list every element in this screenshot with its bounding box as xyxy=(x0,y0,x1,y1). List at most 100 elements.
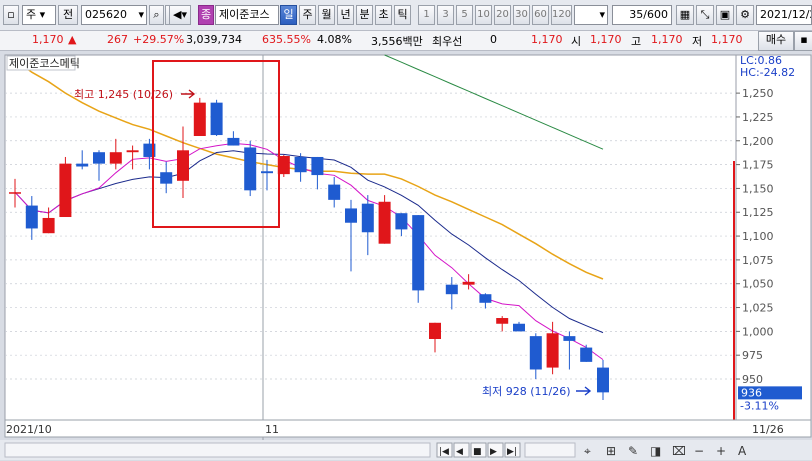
hc-label: HC:-24.82 xyxy=(740,66,795,79)
period-button-3[interactable]: 년 xyxy=(337,5,354,25)
interval-button-120[interactable]: 120 xyxy=(551,5,572,25)
y-tick-label: 1,075 xyxy=(742,254,774,267)
stop-icon: ■ xyxy=(473,447,482,457)
y-tick-label: 1,175 xyxy=(742,159,774,172)
candle-body xyxy=(109,152,122,164)
candle-body xyxy=(597,367,609,393)
open-value: 1,170 xyxy=(590,33,622,46)
interval-button-10[interactable]: 10 xyxy=(475,5,492,25)
candlestick-chart: 1,250 1,225 1,200 1,175 1,150 1,125 1,100 1,075… xyxy=(0,51,812,461)
low-label: 저 xyxy=(692,35,703,48)
period-button-1[interactable]: 주 xyxy=(299,5,316,25)
candle-body xyxy=(513,323,525,332)
period-button-6[interactable]: 틱 xyxy=(394,5,411,25)
candle-body xyxy=(328,184,341,200)
grid-icon: ▦ xyxy=(679,8,691,21)
period-button-4[interactable]: 분 xyxy=(356,5,373,25)
quote-bar: 1,170 ▲ 267 +29.57% 3,039,734 635.55% 4.… xyxy=(0,31,812,51)
chart-tool-button[interactable]: ⤡ xyxy=(696,5,714,25)
grid-icon-button[interactable]: ▦ xyxy=(676,5,694,25)
zoom-out-icon: − xyxy=(694,444,704,458)
sell-button[interactable]: ▪ xyxy=(794,31,812,51)
candle-body xyxy=(76,163,89,167)
stock-badge: 종 xyxy=(198,5,214,25)
prev-icon: ◀ xyxy=(456,447,463,457)
clear-icon: ⌧ xyxy=(672,444,686,458)
change-rate: +29.57% xyxy=(133,33,185,46)
y-tick-label: 975 xyxy=(742,349,763,362)
high-value: 1,170 xyxy=(651,33,683,46)
interval-button-20[interactable]: 20 xyxy=(494,5,511,25)
search-icon: ⌕ xyxy=(153,8,160,21)
interval-button-1[interactable]: 1 xyxy=(418,5,435,25)
crosshair-icon: ⌖ xyxy=(584,444,591,458)
turnover: 4.08% xyxy=(317,33,352,46)
candle-body xyxy=(496,318,509,324)
period-button-0[interactable]: 일 xyxy=(280,5,297,25)
stock-name-field[interactable]: 제이준코스 xyxy=(215,5,279,25)
count-field[interactable]: 35/600 xyxy=(612,5,672,25)
window-button[interactable]: ▣ xyxy=(716,5,734,25)
candle-body xyxy=(126,150,139,153)
y-tick-label: 950 xyxy=(742,373,763,386)
change-value: 267 xyxy=(107,33,128,46)
draw-icon: ✎ xyxy=(628,444,638,458)
stock-code-input[interactable]: 025620 ▾ xyxy=(81,5,147,25)
interval-input[interactable]: ▾ xyxy=(574,5,608,25)
candle-body xyxy=(345,208,357,223)
y-tick-label: 1,150 xyxy=(742,182,774,195)
low-value: 1,170 xyxy=(711,33,743,46)
candle-body xyxy=(42,217,55,234)
candle xyxy=(378,195,391,244)
y-tick-label: 1,000 xyxy=(742,325,774,338)
settings-button[interactable]: ⚙ xyxy=(736,5,754,25)
prev-button[interactable]: 전 xyxy=(58,5,78,25)
window-icon: ▣ xyxy=(719,8,731,21)
candle-body xyxy=(529,336,542,370)
speaker-icon: ◀▾ xyxy=(173,8,187,21)
low-annotation: 최저 928 (11/26) xyxy=(482,385,571,398)
stock-code: 025620 xyxy=(85,8,127,21)
up-arrow-icon: ▲ xyxy=(68,33,77,46)
high-annotation: 최고 1,245 (10/26) xyxy=(74,88,173,101)
x-tick-label: 11 xyxy=(265,423,279,436)
market-code: 주 xyxy=(26,8,37,21)
candle-body xyxy=(160,172,173,184)
interval-button-60[interactable]: 60 xyxy=(532,5,549,25)
window-menu-button[interactable]: ▫ xyxy=(3,5,19,25)
current-price: 1,170 xyxy=(32,33,64,46)
open-label: 시 xyxy=(571,35,582,48)
last-price-label: 936 xyxy=(741,386,762,399)
candle-body xyxy=(294,156,307,173)
volume-rate: 635.55% xyxy=(262,33,311,46)
candle-body xyxy=(311,156,324,176)
gear-icon: ⚙ xyxy=(740,8,750,21)
chart-scrollbar xyxy=(4,442,431,458)
buy-button[interactable]: 매수 xyxy=(758,31,794,51)
last-change-label: -3.11% xyxy=(740,399,779,412)
priority-label: 최우선 xyxy=(432,35,463,48)
compare-icon: ⊞ xyxy=(606,444,616,458)
market-select[interactable]: 주 ▾ xyxy=(22,5,56,25)
search-button[interactable]: ⌕ xyxy=(149,5,164,25)
candle-body xyxy=(445,284,458,295)
speaker-button[interactable]: ◀▾ xyxy=(169,5,191,25)
period-button-2[interactable]: 월 xyxy=(318,5,335,25)
candle-body xyxy=(261,171,273,174)
interval-button-3[interactable]: 3 xyxy=(437,5,454,25)
next-icon: ▶ xyxy=(490,447,497,457)
zoom-in-icon: + xyxy=(716,444,726,458)
candle-body xyxy=(479,294,492,303)
chart-title: 제이준코스메틱 xyxy=(9,57,80,70)
candle-body xyxy=(412,215,425,291)
interval-button-5[interactable]: 5 xyxy=(456,5,473,25)
candle-body xyxy=(462,281,475,285)
chart-toolbar: ▫ 주 ▾ 전 025620 ▾ ⌕ +⇅ ◀▾ 종 제이준코스 ▾ 35/60… xyxy=(0,0,812,31)
period-button-5[interactable]: 초 xyxy=(375,5,392,25)
candle-body xyxy=(244,147,257,191)
x-tick-label: 2021/10 xyxy=(6,423,52,436)
candle-body xyxy=(227,137,240,146)
date-field[interactable]: 2021/12/2 xyxy=(756,5,812,25)
chart-tool-icon: ⤡ xyxy=(700,8,710,21)
interval-button-30[interactable]: 30 xyxy=(513,5,530,25)
